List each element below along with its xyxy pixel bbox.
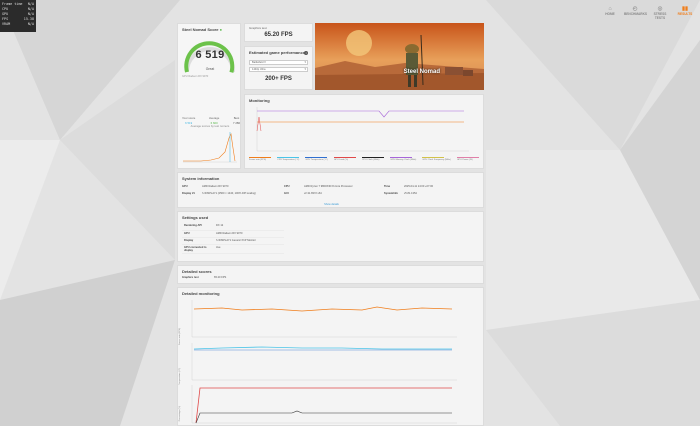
settings-table: Rendering API DX 12 GPU AMD Radeon RX 9070… <box>182 223 284 254</box>
legend-swatch <box>277 157 300 158</box>
detailed-scores-panel: Detailed scores Graphics test 65.20 FPS <box>177 265 484 284</box>
settings-used-panel: Settings used Rendering API DX 12 GPU AMD … <box>177 211 484 262</box>
score-rating: Great <box>205 67 215 71</box>
detailed-score-row: Graphics test 65.20 FPS <box>182 276 227 279</box>
resolution-select[interactable]: 1440p Ultra <box>249 67 308 72</box>
sysinfo-time: Time 2025-04-11 14:00 +07:00 <box>384 185 434 188</box>
estimated-fps: 200+ FPS <box>265 76 292 82</box>
table-row: GPU connected to display true <box>182 244 284 254</box>
legend-swatch <box>456 157 479 158</box>
axis-label-pct: Percentage (%) <box>179 406 181 422</box>
overlay-row: Frame time N/A <box>2 1 34 6</box>
sysinfo-gpu: GPU AMD Radeon RX 9070 <box>182 185 229 188</box>
legend-gpu-mem-clock[interactable]: GPU Memory Clock (MHz) <box>390 157 416 161</box>
performance-overlay: Frame time N/A CPU N/A GPU N/A FPS 15.38 VRA… <box>0 0 36 32</box>
score-panel: Steel Nomad Score ● 6 519 Great GPU Rade… <box>177 23 241 191</box>
sysinfo-display: Display #1 \\.\DISPLAY1 (2560 × 1440, 100… <box>182 192 256 195</box>
legend-gpu-power[interactable]: GPU Power (W) <box>456 157 479 161</box>
detailed-monitoring-panel: Detailed monitoring Frame rate (FPS) Tem… <box>177 287 484 426</box>
legend-swatch <box>305 157 328 158</box>
legend-swatch <box>249 157 271 158</box>
legend-swatch <box>362 157 385 158</box>
sysinfo-systeminfo: SystemInfo v5.81.1354 <box>384 192 417 195</box>
sysinfo-gui: GUI v2.31.8372 s64 <box>284 192 322 195</box>
graphics-test-value: 65.20 FPS <box>264 32 293 38</box>
legend-cpu-clock[interactable]: CPU Clock (MHz) <box>362 157 385 161</box>
axis-label-fps: Frame rate (FPS) <box>179 328 181 346</box>
score-gpu: GPU Radeon RX 9070 <box>182 75 209 78</box>
legend-swatch <box>390 157 413 158</box>
legend-gpu-load[interactable]: GPU Load (%) <box>333 157 356 161</box>
monitoring-chart <box>256 107 469 152</box>
score-value: 6 519 <box>195 49 225 61</box>
check-icon: ● <box>219 27 223 32</box>
score-title: Steel Nomad Score ● <box>182 27 223 32</box>
nav-results[interactable]: ▮▮ RESULTS <box>674 6 696 20</box>
nav-benchmarks[interactable]: ◴ BENCHMARKS <box>624 6 647 20</box>
system-information-panel: System information GPU AMD Radeon RX 9070… <box>177 172 484 208</box>
settings-title: Settings used <box>182 215 209 220</box>
nav-home[interactable]: ⌂ HOME <box>599 6 621 20</box>
legend-swatch <box>333 157 356 158</box>
legend-gpu-temp[interactable]: GPU Temperature (°C) <box>305 157 328 161</box>
sysinfo-cpu: CPU AMD Ryzen 7 9800X3D 8-Core Processor <box>284 185 353 188</box>
monitoring-legend: Frame rate (FPS) CPU Temperature (°C) GP… <box>249 157 479 161</box>
overlay-row: VRAM N/A <box>2 21 34 26</box>
game-select[interactable]: Battlefield V <box>249 60 308 65</box>
legend-gpu-clock[interactable]: GPU Clock Frequency (MHz) <box>422 157 451 161</box>
show-details-link[interactable]: Show details <box>178 203 485 206</box>
detailed-monitoring-chart <box>191 300 457 424</box>
steel-nomad-artwork <box>315 23 484 90</box>
legend-cpu-temp[interactable]: CPU Temperature (°C) <box>277 157 300 161</box>
legend-swatch <box>422 157 445 158</box>
estimated-performance-panel: Estimated game performance i Battlefield… <box>244 46 313 90</box>
table-row: Rendering API DX 12 <box>182 223 284 231</box>
table-row: GPU AMD Radeon RX 9070 <box>182 230 284 238</box>
graphics-test-label: Graphics test <box>249 26 267 30</box>
nav-stress-tests[interactable]: ◎ STRESS TESTS <box>649 6 671 20</box>
benchmark-hero-image: Steel Nomad <box>315 23 484 90</box>
detailed-scores-title: Detailed scores <box>182 269 212 274</box>
monitoring-panel: Monitoring Frame rate (FPS) CPU Temperat… <box>244 94 484 169</box>
estimated-title: Estimated game performance <box>249 50 306 55</box>
info-icon[interactable]: i <box>304 51 308 55</box>
hero-title: Steel Nomad <box>403 69 440 75</box>
system-info-title: System information <box>182 176 220 181</box>
table-row: Display \\.\DISPLAY1 Generic PnP Monitor <box>182 237 284 245</box>
top-navigation: ⌂ HOME ◴ BENCHMARKS ◎ STRESS TESTS ▮▮ RESULT… <box>599 6 696 20</box>
legend-fps[interactable]: Frame rate (FPS) <box>249 157 271 161</box>
score-distribution-chart <box>183 132 237 163</box>
graphics-test-panel: Graphics test 65.20 FPS <box>244 23 313 42</box>
axis-label-temp: Temperature (°C) <box>179 368 181 385</box>
